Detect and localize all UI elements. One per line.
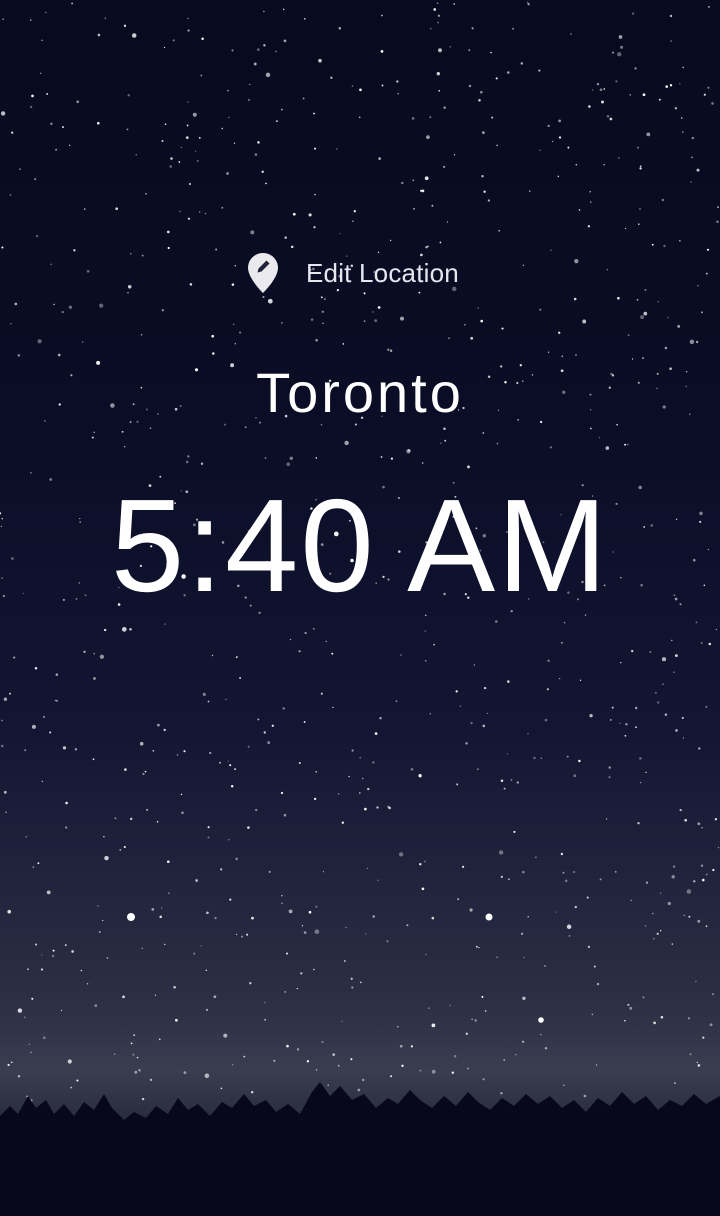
current-time: 5:40 AM	[110, 472, 610, 619]
city-name: Toronto	[256, 361, 464, 424]
tree-silhouette	[0, 1082, 720, 1216]
edit-location-label: Edit Location	[306, 257, 459, 288]
edit-location-button[interactable]: Edit Location	[246, 250, 459, 296]
location-pin-edit-icon	[246, 251, 280, 295]
world-clock-screen: Edit Location Toronto 5:40 AM	[0, 0, 720, 1216]
